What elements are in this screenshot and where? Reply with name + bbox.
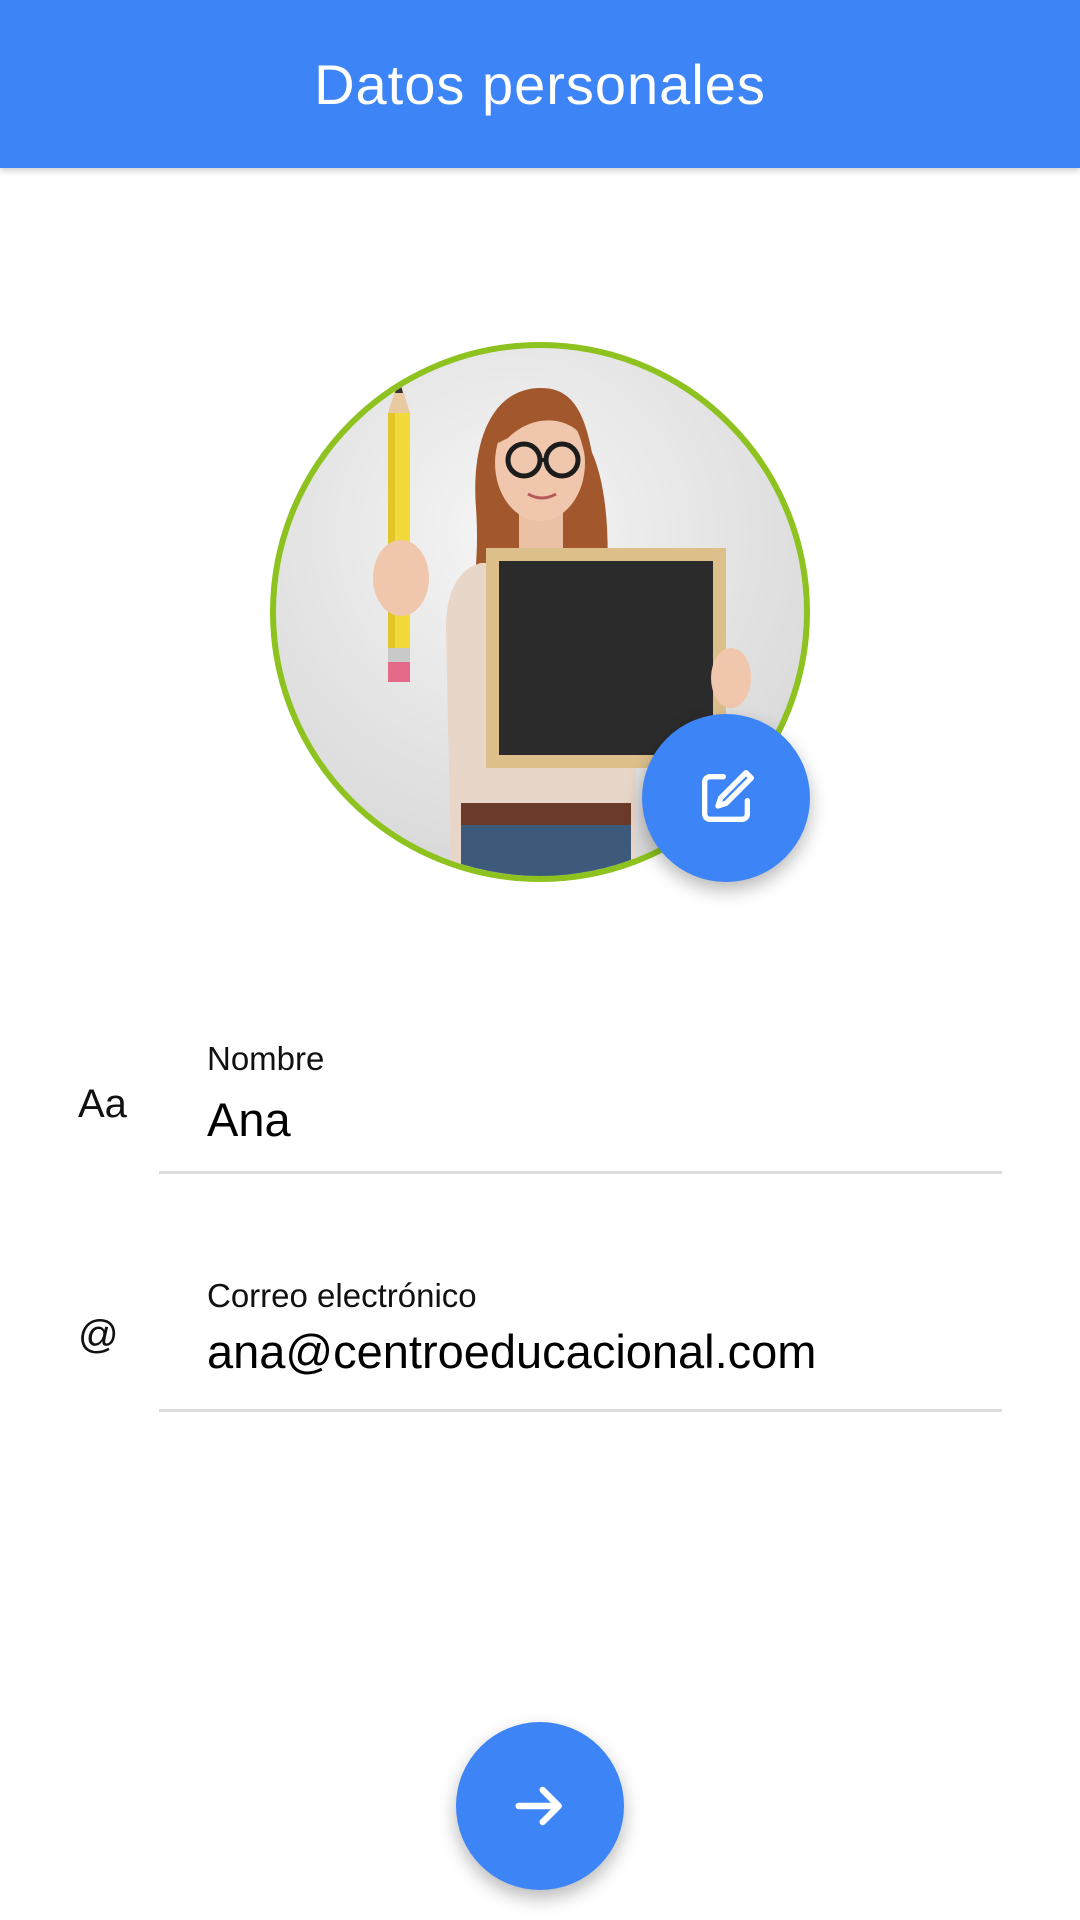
name-input[interactable]: [207, 1092, 997, 1147]
email-label: Correo electrónico: [207, 1277, 477, 1314]
app-bar: Datos personales: [0, 0, 1080, 168]
name-field: Aa Nombre: [0, 1030, 1080, 1180]
email-underline: [159, 1409, 1002, 1412]
edit-photo-button[interactable]: [642, 714, 810, 882]
at-sign-icon: @: [78, 1313, 119, 1357]
email-input[interactable]: [207, 1324, 997, 1379]
page-title: Datos personales: [314, 52, 766, 116]
email-field: @ Correo electrónico: [0, 1267, 1080, 1417]
name-label: Nombre: [207, 1040, 325, 1077]
text-format-icon: Aa: [78, 1082, 127, 1126]
edit-icon: [702, 770, 754, 822]
profile-photo-container: [270, 342, 810, 882]
name-underline: [159, 1171, 1002, 1174]
next-button[interactable]: [456, 1722, 624, 1890]
arrow-right-icon: [515, 1786, 562, 1826]
